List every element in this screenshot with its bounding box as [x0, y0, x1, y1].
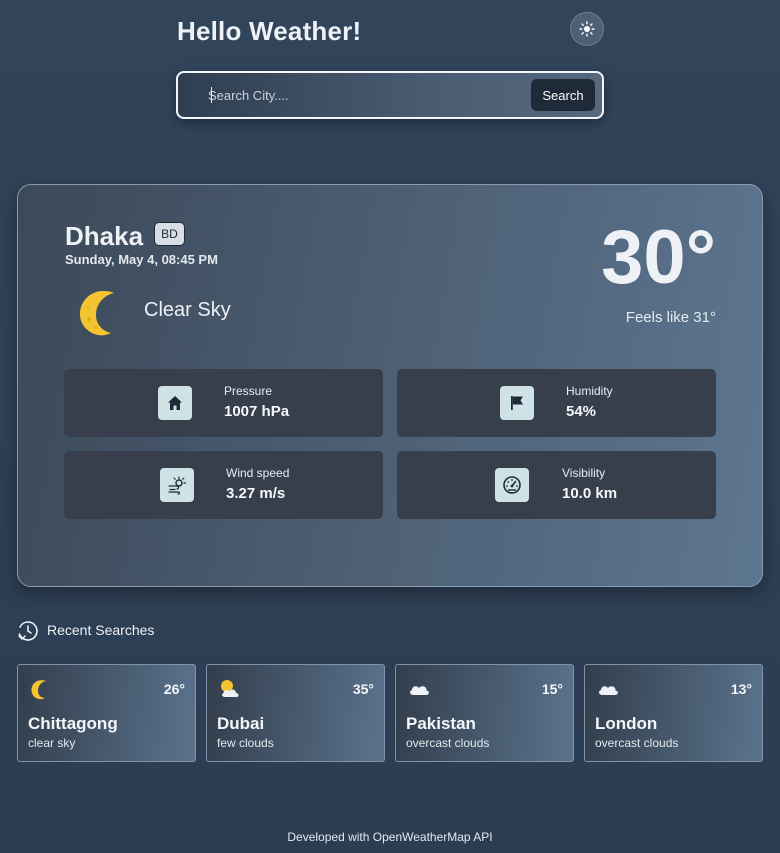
moon-icon: [31, 680, 46, 700]
flag-icon: [500, 386, 534, 420]
wind-icon: [160, 468, 194, 502]
search-button[interactable]: Search: [531, 79, 595, 111]
stat-pressure: Pressure 1007 hPa: [64, 369, 383, 437]
recent-temp: 26°: [163, 681, 185, 697]
stat-value: 10.0 km: [562, 485, 618, 502]
stat-label: Humidity: [566, 384, 613, 398]
recent-city: London: [595, 714, 658, 733]
moon-icon: [79, 291, 114, 336]
gauge-icon: [495, 468, 529, 502]
theme-toggle-button[interactable]: [570, 12, 604, 46]
current-temperature: 30°: [601, 215, 716, 300]
recent-card-dubai[interactable]: 35° Dubai few clouds: [206, 664, 385, 762]
recent-city: Dubai: [217, 714, 265, 733]
recent-temp: 35°: [352, 681, 374, 697]
stat-label: Wind speed: [226, 466, 290, 480]
history-icon: [18, 621, 38, 641]
search-bar: Search: [176, 71, 604, 119]
recent-city: Pakistan: [406, 714, 476, 733]
stat-value: 3.27 m/s: [226, 485, 286, 502]
search-input[interactable]: [208, 81, 518, 109]
stat-value: 1007 hPa: [224, 403, 290, 420]
country-badge: BD: [154, 222, 185, 246]
sun-cloud-icon: [221, 680, 239, 697]
recent-temp: 13°: [730, 681, 752, 697]
sun-icon: [579, 21, 595, 37]
recent-searches-title: Recent Searches: [47, 622, 155, 638]
cloud-icon: [410, 686, 429, 695]
home-icon: [158, 386, 192, 420]
recent-desc: overcast clouds: [595, 736, 679, 750]
stat-humidity: Humidity 54%: [397, 369, 716, 437]
stat-value: 54%: [566, 403, 597, 420]
stat-label: Visibility: [562, 466, 606, 480]
recent-temp: 15°: [541, 681, 563, 697]
recent-city: Chittagong: [28, 714, 118, 733]
recent-card-london[interactable]: 13° London overcast clouds: [584, 664, 763, 762]
text-caret: [211, 87, 212, 103]
current-weather-card: Dhaka BD Sunday, May 4, 08:45 PM Clear S…: [17, 184, 763, 587]
recent-desc: overcast clouds: [406, 736, 490, 750]
app-title: Hello Weather!: [177, 16, 362, 46]
stat-visibility: Visibility 10.0 km: [397, 451, 716, 519]
city-name: Dhaka: [65, 221, 144, 251]
recent-desc: few clouds: [217, 736, 274, 750]
recent-desc: clear sky: [28, 736, 76, 750]
weather-condition: Clear Sky: [144, 299, 231, 321]
footer-credit: Developed with OpenWeatherMap API: [287, 830, 493, 844]
date-time: Sunday, May 4, 08:45 PM: [65, 252, 218, 267]
recent-card-chittagong[interactable]: 26° Chittagong clear sky: [17, 664, 196, 762]
cloud-icon: [599, 686, 618, 695]
stat-wind-speed: Wind speed 3.27 m/s: [64, 451, 383, 519]
header: Hello Weather!: [177, 12, 604, 48]
recent-card-pakistan[interactable]: 15° Pakistan overcast clouds: [395, 664, 574, 762]
feels-like: Feels like 31°: [625, 309, 716, 326]
stat-label: Pressure: [224, 384, 273, 398]
